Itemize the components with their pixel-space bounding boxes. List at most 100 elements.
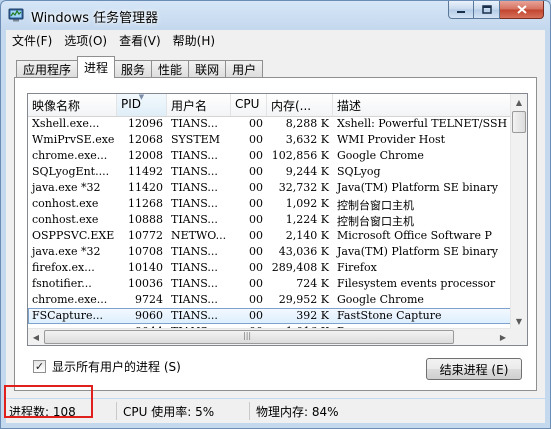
cell-memory: 289,408 K bbox=[271, 261, 329, 274]
table-row[interactable]: java.exe *32 11420 TIANS... 00 32,732 K Java(… bbox=[28, 180, 511, 196]
table-row[interactable]: WmiPrvSE.exe 12068 SYSTEM 00 3,632 K WMI Prov… bbox=[28, 132, 511, 148]
cell-image-name: conhost.exe bbox=[32, 197, 99, 210]
process-list[interactable]: 映像名称 ▼ PID 用户名 CPU 内存(... 描述 Xshell.exe.… bbox=[27, 93, 528, 346]
vertical-scrollbar[interactable]: ▲ ▼ bbox=[510, 94, 527, 329]
vertical-scroll-thumb[interactable] bbox=[512, 111, 526, 133]
cell-memory: 102,856 K bbox=[271, 149, 329, 162]
tab-processes[interactable]: 进程 bbox=[77, 56, 116, 78]
status-separator bbox=[116, 402, 117, 420]
minimize-button[interactable] bbox=[448, 1, 474, 19]
table-row[interactable]: Xshell.exe... 12096 TIANS... 00 8,288 K Xshel… bbox=[28, 116, 511, 132]
menu-help[interactable]: 帮助(H) bbox=[167, 32, 221, 49]
end-process-button[interactable]: 结束进程 (E) bbox=[426, 358, 522, 380]
cell-image-name: java.exe *32 bbox=[32, 245, 101, 258]
cell-cpu: 00 bbox=[249, 309, 263, 322]
process-rows: Xshell.exe... 12096 TIANS... 00 8,288 K Xshel… bbox=[28, 116, 511, 340]
cell-user-name: TIANS... bbox=[171, 181, 218, 194]
cell-pid: 10708 bbox=[128, 245, 163, 258]
cell-memory: 3,632 K bbox=[285, 133, 329, 146]
column-description[interactable]: 描述 bbox=[333, 94, 511, 116]
menu-file[interactable]: 文件(F) bbox=[6, 32, 58, 49]
cell-user-name: TIANS... bbox=[171, 165, 218, 178]
cell-pid: 12096 bbox=[128, 117, 163, 130]
scroll-down-icon[interactable]: ▼ bbox=[511, 313, 527, 329]
tab-strip: 应用程序 进程 服务 性能 联网 用户 bbox=[16, 56, 264, 78]
cell-user-name: TIANS... bbox=[171, 117, 218, 130]
cell-description: Firefox bbox=[337, 261, 377, 274]
cell-pid: 9060 bbox=[135, 309, 163, 322]
cell-pid: 11420 bbox=[128, 181, 163, 194]
table-row[interactable]: OSPPSVC.EXE 10772 NETWO... 00 2,140 K Microso… bbox=[28, 228, 511, 244]
table-row[interactable]: FSCapture... 9060 TIANS... 00 392 K FastStone… bbox=[28, 308, 511, 324]
column-memory[interactable]: 内存(... bbox=[267, 94, 333, 116]
menu-options[interactable]: 选项(O) bbox=[58, 32, 113, 49]
cell-cpu: 00 bbox=[249, 197, 263, 210]
column-user-name[interactable]: 用户名 bbox=[167, 94, 231, 116]
table-row[interactable]: conhost.exe 11268 TIANS... 00 1,092 K 控制台窗口主机 bbox=[28, 196, 511, 212]
minimize-icon bbox=[457, 10, 465, 13]
table-row[interactable]: fsnotifier... 10036 TIANS... 00 724 K Filesys… bbox=[28, 276, 511, 292]
cell-description: 控制台窗口主机 bbox=[337, 199, 414, 212]
cell-pid: 10036 bbox=[128, 277, 163, 290]
cell-image-name: fsnotifier... bbox=[32, 277, 92, 290]
scroll-up-icon[interactable]: ▲ bbox=[511, 94, 527, 110]
window-title: Windows 任务管理器 bbox=[31, 11, 159, 26]
cell-image-name: chrome.exe... bbox=[32, 149, 108, 162]
tab-performance[interactable]: 性能 bbox=[151, 60, 190, 78]
sort-descending-icon: ▼ bbox=[138, 94, 145, 101]
tab-networking[interactable]: 联网 bbox=[188, 60, 227, 78]
cell-memory: 43,036 K bbox=[278, 245, 329, 258]
horizontal-scroll-thumb[interactable]: ||| bbox=[44, 330, 454, 344]
cell-cpu: 00 bbox=[249, 229, 263, 242]
cell-image-name: conhost.exe bbox=[32, 213, 99, 226]
show-all-users-option[interactable]: ✓ 显示所有用户的进程 (S) bbox=[33, 358, 181, 375]
tab-services[interactable]: 服务 bbox=[114, 60, 153, 78]
cell-cpu: 00 bbox=[249, 181, 263, 194]
cell-image-name: java.exe *32 bbox=[32, 181, 101, 194]
cell-description: SQLyog bbox=[337, 165, 381, 178]
cell-description: 控制台窗口主机 bbox=[337, 215, 414, 228]
task-manager-icon bbox=[8, 8, 24, 22]
cell-user-name: TIANS... bbox=[171, 277, 218, 290]
table-row[interactable]: java.exe *32 10708 TIANS... 00 43,036 K Java(… bbox=[28, 244, 511, 260]
show-all-users-checkbox[interactable]: ✓ bbox=[33, 360, 46, 373]
table-row[interactable]: conhost.exe 10888 TIANS... 00 1,224 K 控制台窗口主机 bbox=[28, 212, 511, 228]
cell-description: Xshell: Powerful TELNET/SSH bbox=[337, 117, 508, 130]
maximize-button[interactable] bbox=[474, 1, 500, 19]
cell-description: Google Chrome bbox=[337, 149, 424, 162]
cell-memory: 9,244 K bbox=[285, 165, 329, 178]
column-image-name[interactable]: 映像名称 bbox=[28, 94, 117, 116]
title-bar[interactable]: Windows 任务管理器 bbox=[1, 1, 550, 29]
horizontal-scrollbar[interactable]: ◀ ||| ▶ bbox=[28, 328, 511, 345]
cell-cpu: 00 bbox=[249, 261, 263, 274]
status-process-count: 进程数: 108 bbox=[9, 404, 76, 419]
caption-buttons bbox=[448, 1, 544, 20]
cell-user-name: NETWO... bbox=[171, 229, 227, 242]
tab-applications[interactable]: 应用程序 bbox=[16, 60, 79, 78]
cell-image-name: firefox.ex... bbox=[32, 261, 95, 274]
menu-view[interactable]: 查看(V) bbox=[113, 32, 167, 49]
cell-memory: 2,140 K bbox=[285, 229, 329, 242]
cell-cpu: 00 bbox=[249, 213, 263, 226]
column-pid[interactable]: ▼ PID bbox=[117, 94, 167, 116]
close-button[interactable] bbox=[500, 1, 544, 19]
cell-user-name: TIANS... bbox=[171, 197, 218, 210]
tab-users[interactable]: 用户 bbox=[225, 60, 264, 78]
table-row[interactable]: chrome.exe... 9724 TIANS... 00 29,952 K Googl… bbox=[28, 292, 511, 308]
cell-memory: 1,092 K bbox=[285, 197, 329, 210]
scroll-left-icon[interactable]: ◀ bbox=[28, 329, 44, 345]
table-row[interactable]: SQLyogEnt.... 11492 TIANS... 00 9,244 K SQLyo… bbox=[28, 164, 511, 180]
table-row[interactable]: firefox.ex... 10140 TIANS... 00 289,408 K Fir… bbox=[28, 260, 511, 276]
checkmark-icon: ✓ bbox=[34, 360, 45, 373]
cell-user-name: TIANS... bbox=[171, 261, 218, 274]
scroll-right-icon[interactable]: ▶ bbox=[495, 329, 511, 345]
table-row[interactable]: chrome.exe... 12008 TIANS... 00 102,856 K Goo… bbox=[28, 148, 511, 164]
cell-memory: 29,952 K bbox=[278, 293, 329, 306]
maximize-icon bbox=[481, 5, 492, 14]
column-cpu[interactable]: CPU bbox=[231, 94, 267, 116]
cell-cpu: 00 bbox=[249, 149, 263, 162]
cell-cpu: 00 bbox=[249, 117, 263, 130]
cell-pid: 10888 bbox=[128, 213, 163, 226]
scroll-grip-icon: ||| bbox=[243, 331, 252, 340]
column-header-row: 映像名称 ▼ PID 用户名 CPU 内存(... 描述 bbox=[28, 94, 511, 117]
